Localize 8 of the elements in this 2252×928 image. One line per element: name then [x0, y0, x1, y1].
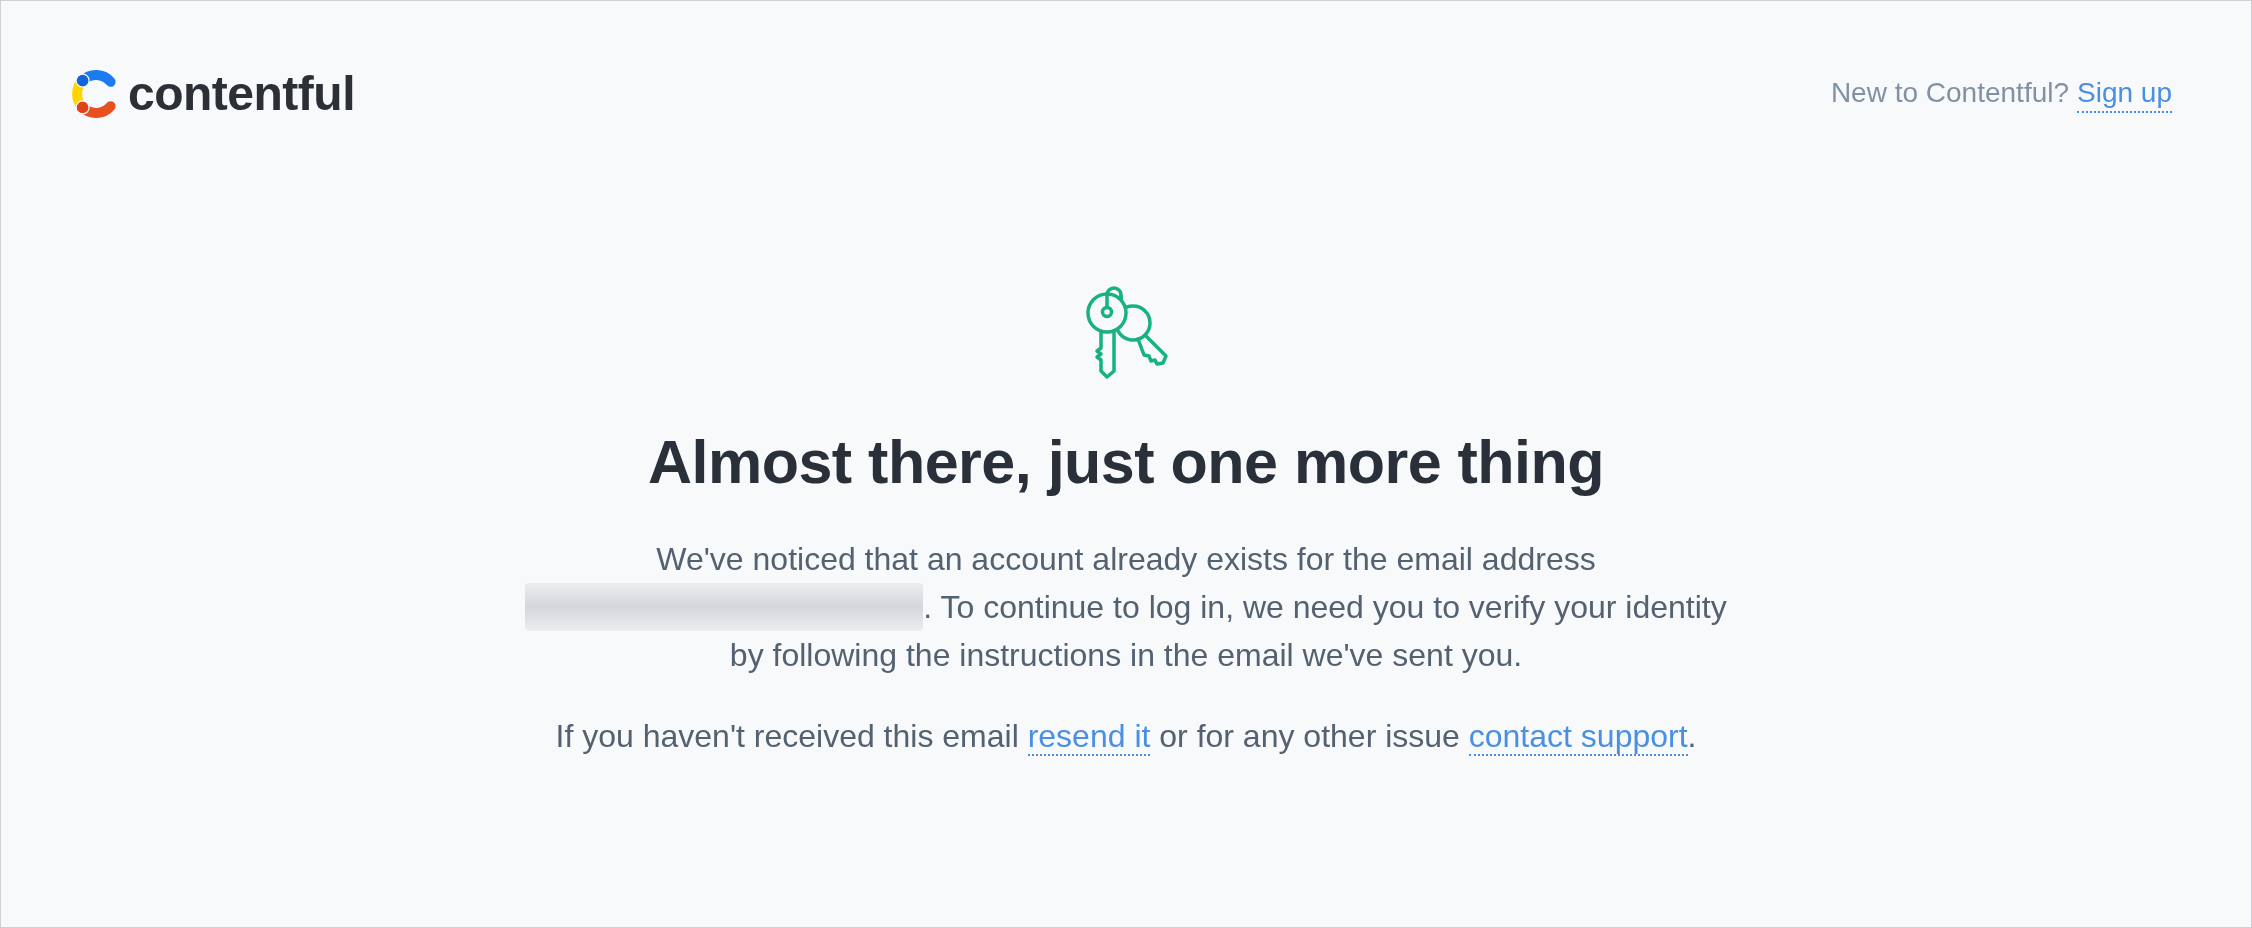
- contact-support-link[interactable]: contact support: [1468, 718, 1688, 756]
- help-message: If you haven't received this email resend it or for any other issue contact support.: [555, 717, 1697, 758]
- resend-link[interactable]: resend it: [1027, 718, 1151, 756]
- logo-text: contentful: [128, 70, 355, 118]
- signup-prompt: New to Contentful?: [1830, 76, 2070, 110]
- page-heading: Almost there, just one more thing: [647, 427, 1605, 498]
- signup-link[interactable]: Sign up: [2077, 75, 2172, 113]
- verification-message: We've noticed that an account already exists for the email address . To continue to log in, we need you to verify your identity by following the instructions in the email we've sent you.: [506, 535, 1746, 679]
